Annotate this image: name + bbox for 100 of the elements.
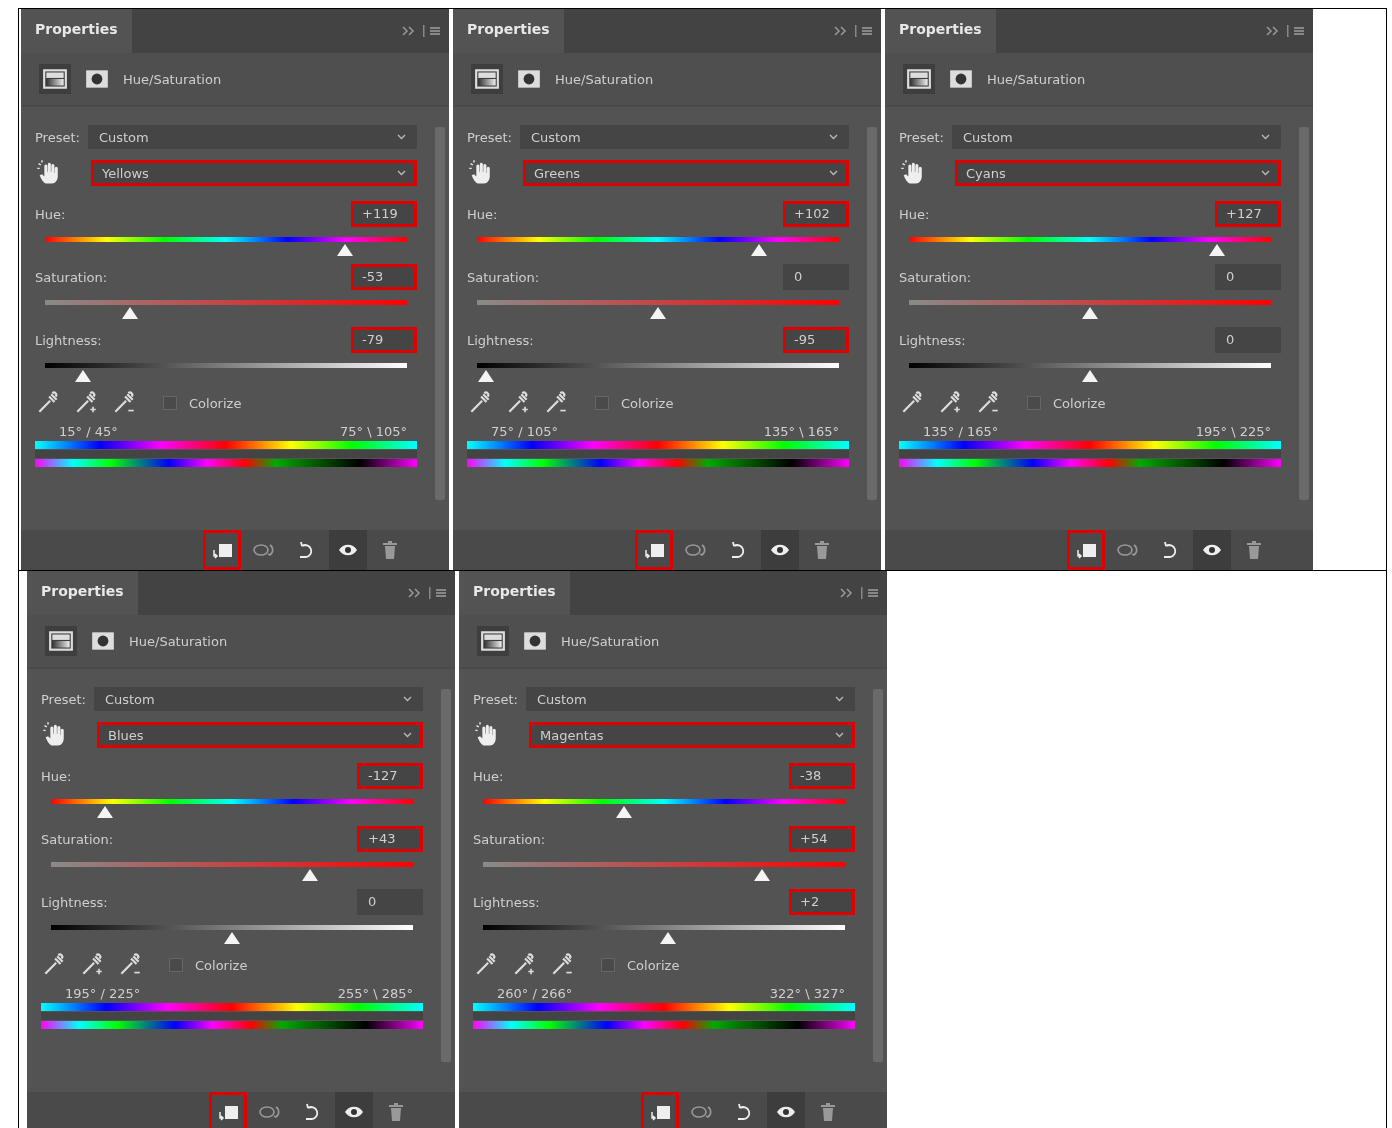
value-field[interactable]: -53: [351, 264, 417, 290]
slider-label: Hue:: [41, 768, 72, 784]
adjustment-layer-icon[interactable]: [45, 626, 77, 656]
range-end-label: 135° \ 165°: [763, 424, 839, 439]
preset-label: Preset:: [467, 129, 512, 145]
slider-thumb[interactable]: [1082, 370, 1098, 382]
adjustment-layer-icon[interactable]: [477, 626, 509, 656]
range-end-label: 322° \ 327°: [769, 986, 845, 1001]
panel-tab[interactable]: Properties: [27, 571, 138, 615]
value-field[interactable]: +2: [789, 889, 855, 915]
slider-thumb[interactable]: [122, 307, 139, 319]
preset-dropdown[interactable]: Custom: [951, 125, 1281, 149]
visibility-button[interactable]: [767, 1092, 805, 1128]
adjustment-layer-icon[interactable]: [903, 64, 935, 94]
clip-to-layer-button[interactable]: [1067, 530, 1105, 570]
visibility-button[interactable]: [335, 1092, 373, 1128]
slider-thumb[interactable]: [224, 932, 240, 944]
range-end-label: 255° \ 285°: [337, 986, 413, 1001]
colorize-label: Colorize: [621, 395, 674, 411]
slider-thumb[interactable]: [753, 869, 770, 881]
colorize-checkbox[interactable]: [595, 396, 609, 410]
slider-label: Hue:: [35, 206, 66, 222]
clip-to-layer-button[interactable]: [641, 1092, 679, 1128]
collapse-icon[interactable]: [401, 25, 417, 37]
clip-to-layer-button[interactable]: [635, 530, 673, 570]
range-start-label: 195° / 225°: [65, 986, 141, 1001]
slider-thumb[interactable]: [478, 370, 495, 382]
channel-dropdown[interactable]: Blues: [97, 722, 423, 748]
value-field[interactable]: +127: [1215, 201, 1281, 227]
adjustment-layer-icon[interactable]: [471, 64, 503, 94]
colorize-checkbox[interactable]: [601, 958, 615, 972]
range-start-label: 75° / 105°: [491, 424, 558, 439]
colorize-checkbox[interactable]: [163, 396, 177, 410]
slider-thumb[interactable]: [751, 244, 768, 256]
slider-thumb[interactable]: [1082, 307, 1098, 319]
slider-label: Hue:: [467, 206, 498, 222]
collapse-icon[interactable]: [833, 25, 849, 37]
panel-tab[interactable]: Properties: [21, 9, 132, 53]
channel-dropdown[interactable]: Yellows: [91, 160, 417, 186]
panel-tab[interactable]: Properties: [885, 9, 996, 53]
panel-tab[interactable]: Properties: [453, 9, 564, 53]
value-field[interactable]: -38: [789, 763, 855, 789]
value-field[interactable]: -79: [351, 327, 417, 353]
value-field[interactable]: +54: [789, 826, 855, 852]
slider-thumb[interactable]: [659, 932, 676, 944]
slider-thumb[interactable]: [301, 869, 318, 881]
slider-thumb[interactable]: [97, 806, 114, 818]
colorize-checkbox[interactable]: [1027, 396, 1041, 410]
clip-to-layer-button[interactable]: [209, 1092, 247, 1128]
preset-dropdown[interactable]: Custom: [87, 125, 417, 149]
visibility-button[interactable]: [329, 530, 367, 570]
visibility-button[interactable]: [1193, 530, 1231, 570]
value-field[interactable]: -127: [357, 763, 423, 789]
channel-dropdown[interactable]: Greens: [523, 160, 849, 186]
menu-icon[interactable]: [1287, 25, 1305, 37]
slider-label: Saturation:: [41, 831, 114, 847]
value-field[interactable]: 0: [1215, 264, 1281, 290]
adjustment-title: Hue/Saturation: [561, 633, 660, 649]
value-field[interactable]: 0: [357, 889, 423, 915]
range-end-label: 75° \ 105°: [340, 424, 407, 439]
preset-dropdown[interactable]: Custom: [519, 125, 849, 149]
colorize-label: Colorize: [1053, 395, 1106, 411]
menu-icon[interactable]: [855, 25, 873, 37]
preset-label: Preset:: [473, 691, 518, 707]
slider-thumb[interactable]: [75, 370, 91, 382]
chevron-down-icon: [835, 732, 844, 738]
menu-icon[interactable]: [861, 587, 879, 599]
value-field[interactable]: +119: [351, 201, 417, 227]
collapse-icon[interactable]: [839, 587, 855, 599]
slider-thumb[interactable]: [650, 307, 666, 319]
value-field[interactable]: +102: [783, 201, 849, 227]
eye-icon: [344, 1105, 364, 1119]
preset-dropdown[interactable]: Custom: [93, 687, 423, 711]
menu-icon[interactable]: [423, 25, 441, 37]
slider-label: Lightness:: [41, 894, 108, 910]
slider-thumb[interactable]: [616, 806, 633, 818]
menu-icon[interactable]: [429, 587, 447, 599]
chevron-down-icon: [403, 696, 412, 702]
value-field[interactable]: 0: [783, 264, 849, 290]
visibility-button[interactable]: [761, 530, 799, 570]
slider-label: Hue:: [899, 206, 930, 222]
chevron-down-icon: [1261, 134, 1270, 140]
clip-to-layer-button[interactable]: [203, 530, 241, 570]
colorize-checkbox[interactable]: [169, 958, 183, 972]
eye-icon: [338, 543, 358, 557]
delete-icon: [382, 540, 398, 560]
channel-dropdown[interactable]: Cyans: [955, 160, 1281, 186]
value-field[interactable]: 0: [1215, 327, 1281, 353]
value-field[interactable]: +43: [357, 826, 423, 852]
slider-label: Saturation:: [467, 269, 540, 285]
collapse-icon[interactable]: [1265, 25, 1281, 37]
panel-tab[interactable]: Properties: [459, 571, 570, 615]
slider-label: Lightness:: [473, 894, 540, 910]
adjustment-layer-icon[interactable]: [39, 64, 71, 94]
value-field[interactable]: -95: [783, 327, 849, 353]
collapse-icon[interactable]: [407, 587, 423, 599]
slider-label: Saturation:: [899, 269, 972, 285]
channel-dropdown[interactable]: Magentas: [529, 722, 855, 748]
preset-dropdown[interactable]: Custom: [525, 687, 855, 711]
colorize-label: Colorize: [189, 395, 242, 411]
